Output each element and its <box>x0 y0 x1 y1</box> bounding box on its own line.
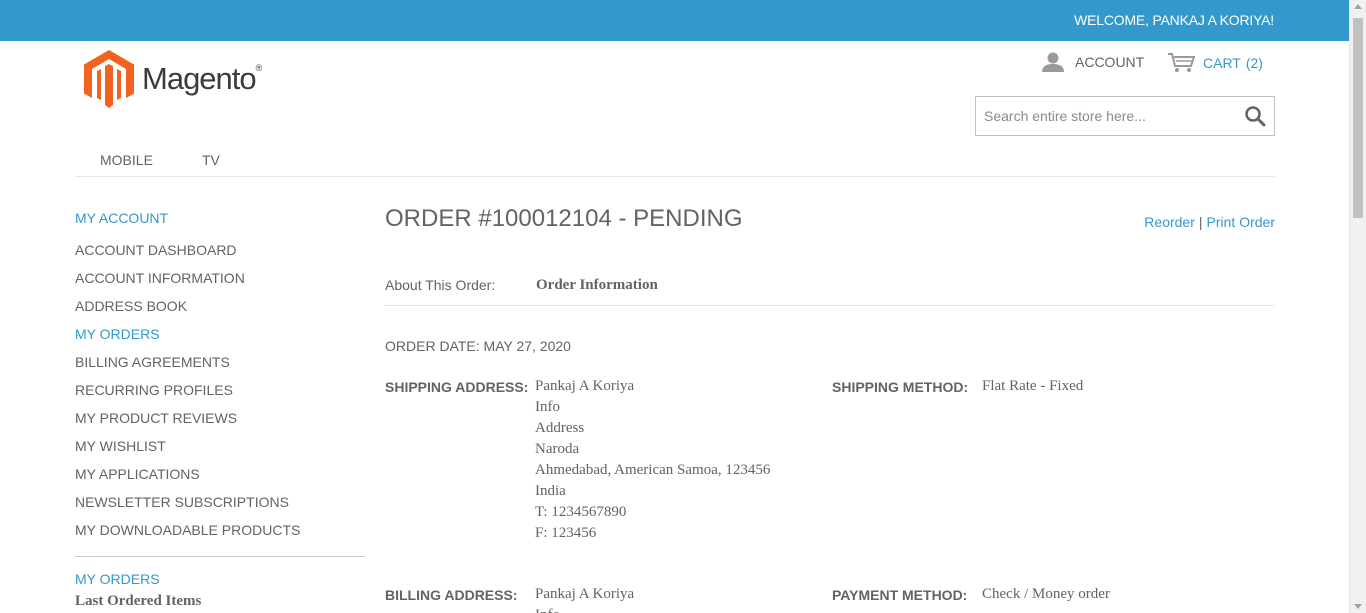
shipping-method-value: Flat Rate - Fixed <box>982 378 1084 394</box>
address-line: T: 1234567890 <box>535 504 627 520</box>
link-separator: | <box>1198 214 1203 230</box>
shipping-address: Pankaj A Koriya Info Address Naroda Ahme… <box>535 376 770 544</box>
scroll-up-arrow-icon[interactable] <box>1354 4 1362 9</box>
sidebar-item-address-book[interactable]: ADDRESS BOOK <box>75 292 365 320</box>
search-icon <box>1245 106 1266 127</box>
address-line: Info <box>535 399 560 415</box>
page-title: ORDER #100012104 - PENDING <box>385 205 743 232</box>
order-date: ORDER DATE: MAY 27, 2020 <box>385 338 571 354</box>
order-view: ORDER #100012104 - PENDING Reorder | Print… <box>385 205 1275 613</box>
sidebar-title: MY ACCOUNT <box>75 210 169 226</box>
search-box <box>975 96 1275 136</box>
account-nav-list: ACCOUNT DASHBOARD ACCOUNT INFORMATION AD… <box>75 236 365 544</box>
address-line: Info <box>535 605 634 613</box>
address-line: Pankaj A Koriya <box>535 378 635 394</box>
address-line: Address <box>535 420 585 436</box>
sidebar-orders-title[interactable]: MY ORDERS <box>75 569 365 589</box>
sidebar-item-my-product-reviews[interactable]: MY PRODUCT REVIEWS <box>75 404 365 432</box>
cart-label: CART <box>1203 55 1241 71</box>
address-line: F: 123456 <box>535 525 597 541</box>
sidebar-item-account-dashboard[interactable]: ACCOUNT DASHBOARD <box>75 236 365 264</box>
sidebar-orders-section: MY ORDERS Last Ordered Items <box>75 569 365 610</box>
billing-address: Pankaj A Koriya Info <box>535 584 634 613</box>
sidebar-item-my-wishlist[interactable]: MY WISHLIST <box>75 432 365 460</box>
nav-item-mobile[interactable]: MOBILE <box>100 152 153 168</box>
sidebar-item-my-orders[interactable]: MY ORDERS <box>75 320 365 348</box>
address-line: Ahmedabad, American Samoa, 123456 <box>535 462 771 478</box>
user-icon <box>1042 52 1064 72</box>
nav-item-tv[interactable]: TV <box>202 152 220 168</box>
cart-link[interactable]: CART (2) <box>1167 52 1263 74</box>
address-line: Pankaj A Koriya <box>535 586 635 602</box>
search-input[interactable] <box>976 97 1226 135</box>
payment-method-value: Check / Money order <box>982 586 1110 602</box>
payment-method-label: PAYMENT METHOD: <box>832 587 968 603</box>
search-button[interactable] <box>1244 105 1266 127</box>
scroll-down-arrow-icon[interactable] <box>1354 604 1362 609</box>
top-welcome-bar: WELCOME, PANKAJ A KORIYA! <box>0 0 1349 41</box>
sidebar-item-recurring-profiles[interactable]: RECURRING PROFILES <box>75 376 365 404</box>
sidebar-item-account-information[interactable]: ACCOUNT INFORMATION <box>75 264 365 292</box>
logo-wordmark: Magento <box>142 61 257 96</box>
cart-icon <box>1168 53 1195 72</box>
about-order-label: About This Order: <box>385 277 496 293</box>
shipping-address-label: SHIPPING ADDRESS: <box>385 379 529 395</box>
shipping-method-label: SHIPPING METHOD: <box>832 379 969 395</box>
reorder-link[interactable]: Reorder <box>1144 214 1195 230</box>
last-ordered-items-heading: Last Ordered Items <box>75 593 202 609</box>
sidebar-divider <box>75 556 365 557</box>
sidebar-item-newsletter-subscriptions[interactable]: NEWSLETTER SUBSCRIPTIONS <box>75 488 365 516</box>
magento-logo[interactable]: Magento ® <box>84 50 262 108</box>
payment-method: Check / Money order <box>982 584 1110 605</box>
account-sidebar: MY ACCOUNT ACCOUNT DASHBOARD ACCOUNT INF… <box>75 208 365 610</box>
tab-order-information[interactable]: Order Information <box>536 277 658 294</box>
order-actions: Reorder | Print Order <box>1144 214 1275 230</box>
scroll-thumb[interactable] <box>1353 18 1363 218</box>
cart-count: (2) <box>1245 55 1263 71</box>
magento-logo-icon <box>84 50 134 108</box>
sidebar-item-my-downloadable-products[interactable]: MY DOWNLOADABLE PRODUCTS <box>75 516 365 544</box>
print-order-link[interactable]: Print Order <box>1207 214 1275 230</box>
main-navigation: MOBILE TV <box>75 152 1275 177</box>
about-this-order-tabs: About This Order: Order Information <box>385 277 1275 306</box>
billing-address-label: BILLING ADDRESS: <box>385 587 518 603</box>
sidebar-item-my-applications[interactable]: MY APPLICATIONS <box>75 460 365 488</box>
account-link[interactable]: ACCOUNT <box>1041 52 1144 72</box>
shipping-method: Flat Rate - Fixed <box>982 376 1083 397</box>
account-label: ACCOUNT <box>1075 54 1145 70</box>
logo-registered-mark: ® <box>255 63 263 73</box>
vertical-scrollbar[interactable] <box>1349 0 1366 613</box>
address-line: India <box>535 483 566 499</box>
sidebar-item-billing-agreements[interactable]: BILLING AGREEMENTS <box>75 348 365 376</box>
welcome-message: WELCOME, PANKAJ A KORIYA! <box>1074 12 1274 28</box>
address-line: Naroda <box>535 441 580 457</box>
